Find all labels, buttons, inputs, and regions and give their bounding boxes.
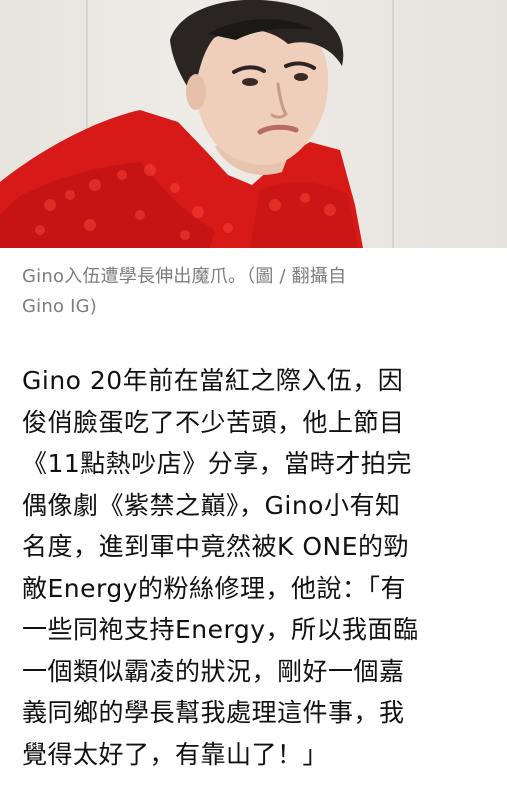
article-line: 義同鄉的學長幫我處理這件事，我 bbox=[22, 698, 405, 727]
article-line: 名度，進到軍中竟然被K ONE的勁 bbox=[22, 532, 410, 561]
article-line: 一些同袍支持Energy，所以我面臨 bbox=[22, 615, 419, 644]
article-line: 俊俏臉蛋吃了不少苦頭，他上節目 bbox=[22, 407, 405, 437]
article-body: Gino 20年前在當紅之際入伍，因 俊俏臉蛋吃了不少苦頭，他上節目 《11點熱… bbox=[22, 360, 492, 775]
photo-caption: Gino入伍遭學長伸出魔爪。（圖 / 翻攝自 Gino IG) bbox=[22, 262, 482, 322]
caption-line-1: Gino入伍遭學長伸出魔爪。（圖 / 翻攝自 bbox=[22, 266, 347, 287]
person-photo-illustration bbox=[0, 0, 363, 248]
article-line: 一個類似霸凌的狀況，剛好一個嘉 bbox=[22, 656, 405, 686]
article-line: 《11點熱吵店》分享，當時才拍完 bbox=[22, 449, 412, 478]
caption-line-2: Gino IG) bbox=[22, 296, 97, 317]
article-photo[interactable] bbox=[0, 0, 507, 248]
article-line: 偶像劇《紫禁之巔》，Gino小有知 bbox=[22, 490, 401, 520]
article-page: Gino入伍遭學長伸出魔爪。（圖 / 翻攝自 Gino IG) Gino 20年… bbox=[0, 0, 507, 800]
article-line: 覺得太好了，有靠山了！」 bbox=[22, 739, 329, 769]
article-line: Gino 20年前在當紅之際入伍，因 bbox=[22, 366, 404, 395]
article-line: 敵Energy的粉絲修理，他說：「有 bbox=[22, 573, 407, 603]
